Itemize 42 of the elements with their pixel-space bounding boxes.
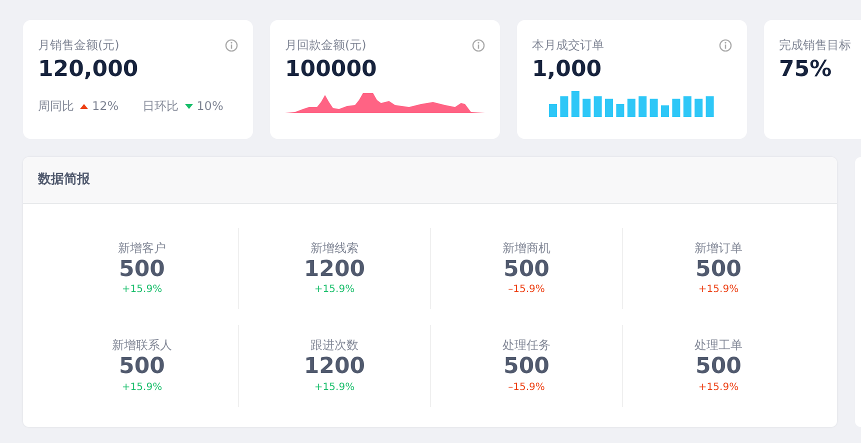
stat-change: +15.9% [697,283,740,298]
stat-label: 新增商机 [502,240,552,257]
comparison-value: 10% [196,98,224,116]
card-value: 120,000 [38,57,140,84]
panel-title: 数据简报 [38,171,90,190]
stat-change: –15.9% [507,380,546,395]
card-title: 完成销售目标 [779,37,851,54]
stat-change: +15.9% [120,380,164,395]
stat-label: 新增线索 [310,240,360,257]
card-title: 月回款金额(元) [285,37,366,54]
stat-label: 新增客户 [117,240,167,257]
stat-value: 500 [118,354,166,380]
stat-change: +15.9% [120,283,164,298]
up-triangle-icon [80,104,88,109]
stat-value: 500 [694,354,742,380]
stat-label: 跟进次数 [310,337,360,354]
comparison-label: 周同比 [38,98,74,116]
card-title: 本月成交订单 [532,37,604,54]
stat-value: 500 [118,257,166,282]
stat-value: 500 [502,257,550,282]
info-icon[interactable] [225,38,238,52]
stat-label: 处理工单 [694,337,744,354]
card-title: 月销售金额(元) [38,37,120,54]
stat-label: 处理任务 [502,337,552,354]
stat-change: –15.9% [507,283,546,298]
stat-change: +15.9% [313,283,356,298]
down-triangle-icon [184,104,193,109]
card-value: 100000 [285,57,378,84]
card-value: 75% [779,57,833,84]
stat-label: 新增联系人 [111,337,173,354]
card-value: 1,000 [532,57,603,84]
info-icon[interactable] [472,38,485,52]
stat-change: +15.9% [313,380,356,395]
stat-value: 500 [694,257,742,282]
info-icon[interactable] [719,38,732,52]
stat-change: +15.9% [697,380,740,395]
stat-value: 1200 [302,354,366,380]
comparison-value: 12% [92,98,119,116]
stat-value: 1200 [302,257,366,282]
stat-value: 500 [502,354,550,380]
comparison-label: 日环比 [142,98,179,116]
stat-label: 新增订单 [694,240,744,257]
